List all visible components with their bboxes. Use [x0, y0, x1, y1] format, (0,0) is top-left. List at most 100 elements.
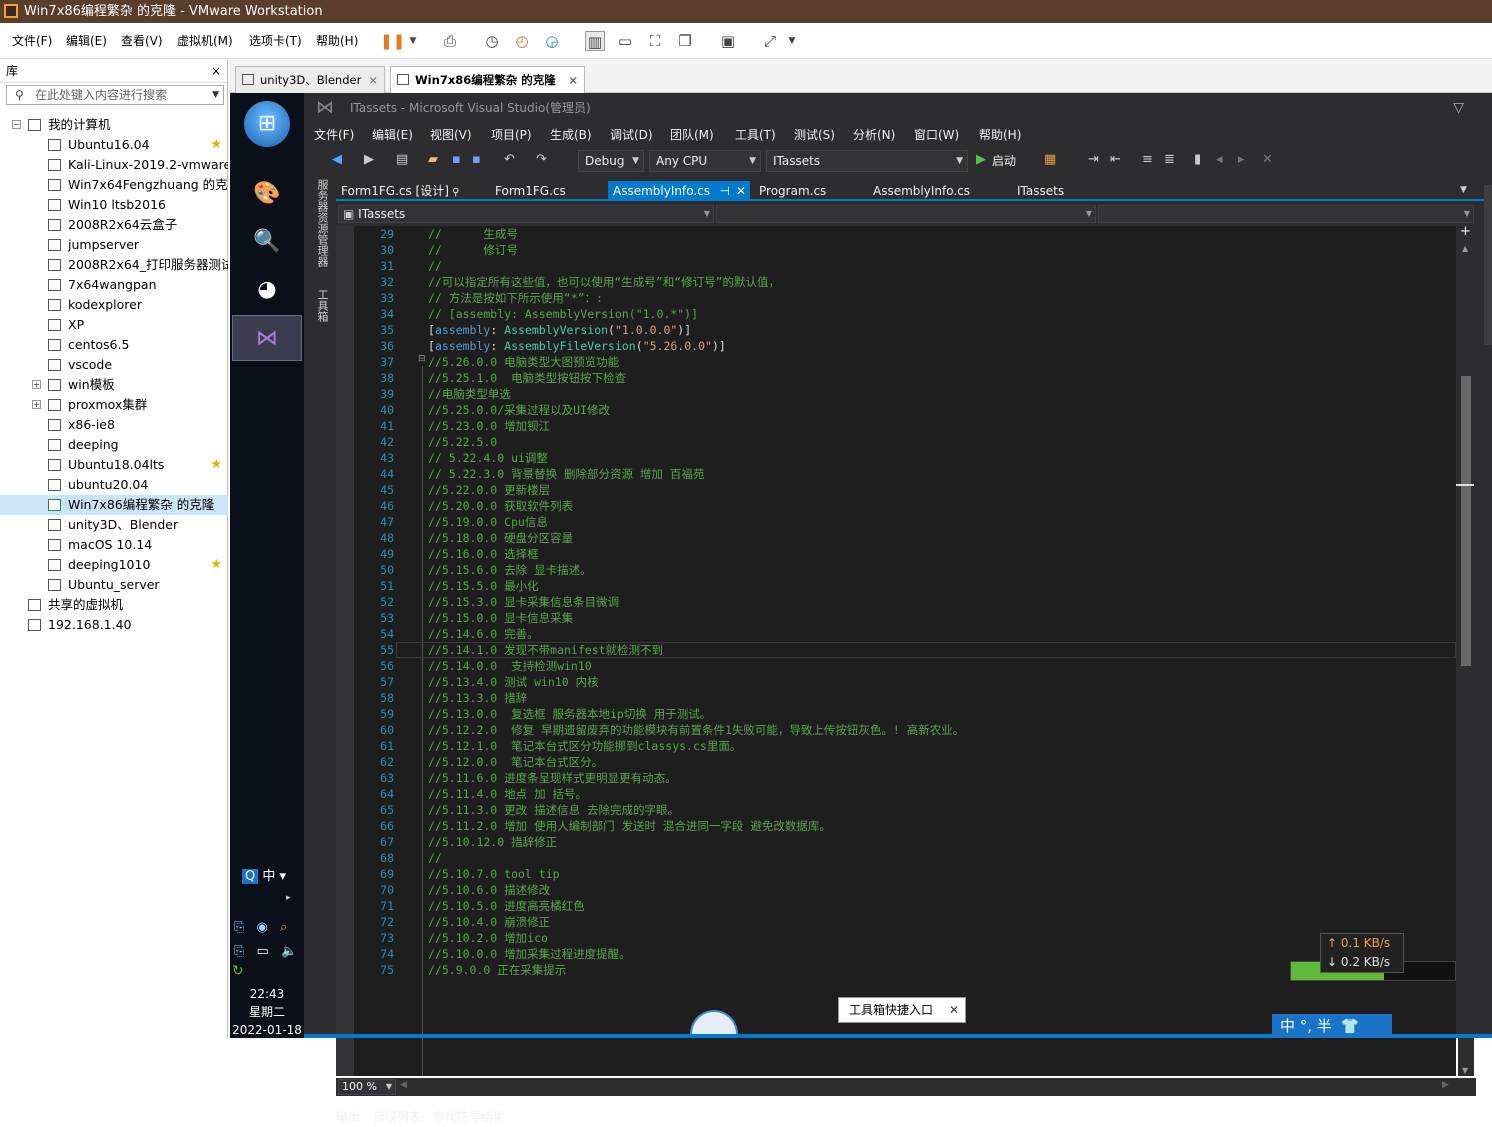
menu-vm[interactable]: 虚拟机(M) — [177, 32, 233, 49]
snapshot-manager-icon[interactable]: ◶ — [542, 31, 562, 51]
doc-tab[interactable]: AssemblyInfo.cs — [868, 181, 1008, 201]
vs-menu-item[interactable]: 分析(N) — [853, 126, 895, 143]
close-icon[interactable]: ✕ — [736, 181, 746, 201]
collapse-icon[interactable]: ⊟ — [418, 354, 426, 364]
sidebar-toggle-icon[interactable]: ▥ — [585, 31, 605, 51]
play-icon[interactable]: ▶ — [976, 152, 986, 167]
start-button[interactable]: 启动 — [992, 152, 1016, 169]
network-status-icon[interactable]: ⎘ — [234, 944, 244, 959]
tree-vm-item[interactable]: 2008R2x64_打印服务器测试 — [0, 255, 228, 275]
paint-icon[interactable]: 🎨 — [244, 171, 290, 217]
start-orb-icon[interactable]: ⊞ — [244, 101, 290, 147]
tree-vm-item[interactable]: ubuntu20.04 — [0, 475, 228, 495]
browser-link-icon[interactable]: ▦ — [1044, 152, 1056, 167]
menu-help[interactable]: 帮助(H) — [316, 32, 358, 49]
snapshot-icon[interactable]: ◷ — [482, 31, 502, 51]
pin-icon[interactable]: ⚲ — [449, 187, 459, 198]
vs-menu-item[interactable]: 生成(B) — [550, 126, 592, 143]
scroll-down-icon[interactable]: ▼ — [1462, 1066, 1468, 1075]
vertical-scrollbar[interactable]: + ▲ ▼ — [1456, 224, 1474, 1076]
back-icon[interactable]: ◀ — [332, 152, 342, 167]
tree-vm-item[interactable]: vscode — [0, 355, 228, 375]
visual-studio-icon[interactable]: ⋈ — [232, 315, 302, 361]
menu-view[interactable]: 查看(V) — [121, 32, 163, 49]
ime-toolbar[interactable]: 中 °, 半 👕 — [1272, 1014, 1392, 1038]
server-explorer-tab[interactable]: 服务器资源管理器 — [314, 179, 329, 267]
tree-vm-item[interactable]: 2008R2x64云盒子 — [0, 215, 228, 235]
project-nav-dropdown[interactable]: ▣ ITassets ▼ — [338, 205, 714, 223]
ime-indicator[interactable]: Q 中 ▾ — [242, 865, 302, 885]
speaker-icon[interactable]: 🔈 — [281, 944, 297, 959]
vs-menu-item[interactable]: 团队(M) — [670, 126, 714, 143]
uncomment-icon[interactable]: ≣ — [1164, 152, 1175, 167]
tree-vm-item[interactable]: x86-ie8 — [0, 415, 228, 435]
tree-vm-item[interactable]: Win10 ltsb2016 — [0, 195, 228, 215]
platform-dropdown[interactable]: Any CPU ▼ — [649, 150, 761, 172]
close-icon[interactable]: × — [568, 67, 578, 93]
colorful-app-icon[interactable]: ◕ — [244, 267, 290, 313]
tree-shared-vms[interactable]: 共享的虚拟机 — [0, 595, 228, 615]
bookmark-icon[interactable]: ▮ — [1194, 152, 1201, 167]
next-bookmark-icon[interactable]: ▸ — [1238, 152, 1245, 167]
tree-vm-item[interactable]: deeping1010 ★ — [0, 555, 228, 575]
chevron-down-icon[interactable]: ▼ — [403, 31, 423, 51]
unity-icon[interactable]: ❐ — [675, 31, 695, 51]
tree-vm-item[interactable]: XP — [0, 315, 228, 335]
toolbox-tab[interactable]: 工具箱 — [314, 289, 329, 322]
tree-vm-item[interactable]: macOS 10.14 — [0, 535, 228, 555]
chevron-down-icon[interactable]: ▼ — [212, 86, 219, 104]
globe-icon[interactable]: ◉ — [257, 920, 268, 935]
vs-menu-item[interactable]: 项目(P) — [491, 126, 532, 143]
close-icon[interactable]: × — [368, 67, 378, 93]
tree-vm-item[interactable]: + win模板 — [0, 375, 228, 395]
tree-vm-item[interactable]: Ubuntu_server — [0, 575, 228, 595]
filter-icon[interactable]: ▽ — [1453, 93, 1464, 123]
chevron-down-icon[interactable]: ▼ — [782, 31, 802, 51]
tree-vm-item[interactable]: Win7x86编程繁杂 的克隆 — [0, 495, 228, 515]
tree-my-computer[interactable]: − 我的计算机 — [0, 115, 228, 135]
open-icon[interactable]: ▰ — [428, 152, 438, 167]
shirt-icon[interactable]: 👕 — [1341, 1017, 1360, 1035]
library-search-input[interactable]: ⚲ 在此处键入内容进行搜索 ▼ — [6, 85, 224, 105]
clear-bookmark-icon[interactable]: ✕ — [1262, 152, 1273, 167]
send-keys-icon[interactable]: ⎙ — [440, 31, 460, 51]
startup-project-dropdown[interactable]: ITassets ▼ — [766, 150, 968, 172]
zoom-dropdown[interactable]: 100 % ▼ — [338, 1079, 396, 1095]
tree-vm-item[interactable]: + proxmox集群 — [0, 395, 228, 415]
prev-bookmark-icon[interactable]: ◂ — [1216, 152, 1223, 167]
vm-tab-unity3d[interactable]: unity3D、Blender × — [235, 66, 385, 93]
tree-vm-item[interactable]: Ubuntu16.04 ★ — [0, 135, 228, 155]
new-project-icon[interactable]: ▤ — [396, 152, 408, 167]
member-nav-dropdown[interactable]: ▼ — [1098, 205, 1474, 223]
tree-remote-host[interactable]: 192.168.1.40 — [0, 615, 228, 635]
tab-error-list[interactable]: 错误列表 — [373, 1108, 421, 1125]
vs-menu-item[interactable]: 窗口(W) — [914, 126, 959, 143]
collapse-icon[interactable]: − — [12, 120, 21, 129]
split-icon[interactable]: + — [1460, 224, 1471, 239]
menu-file[interactable]: 文件(F) — [12, 32, 52, 49]
search-tool-icon[interactable]: 🔍 — [244, 219, 290, 265]
vs-menu-item[interactable]: 编辑(E) — [372, 126, 413, 143]
revert-snapshot-icon[interactable]: ◴ — [512, 31, 532, 51]
vm-tab-win7x86[interactable]: Win7x86编程繁杂 的克隆 × — [390, 66, 585, 93]
tab-overflow-icon[interactable]: ▼ — [1460, 185, 1467, 195]
step-over-icon[interactable]: ⇤ — [1110, 152, 1121, 167]
forward-icon[interactable]: ▶ — [364, 152, 374, 167]
pin-icon[interactable]: ⊣ — [720, 181, 730, 201]
tree-vm-item[interactable]: Ubuntu18.04lts ★ — [0, 455, 228, 475]
tree-vm-item[interactable]: kodexplorer — [0, 295, 228, 315]
fullscreen-icon[interactable]: ⛶ — [645, 31, 665, 51]
vs-menu-item[interactable]: 视图(V) — [430, 126, 472, 143]
step-icon[interactable]: ⇥ — [1088, 152, 1099, 167]
doc-tab[interactable]: Program.cs — [754, 181, 866, 201]
type-nav-dropdown[interactable]: ▼ — [716, 205, 1096, 223]
vs-menu-item[interactable]: 帮助(H) — [979, 126, 1021, 143]
comment-icon[interactable]: ≡ — [1142, 152, 1153, 167]
tray-expand-icon[interactable]: ▸ — [286, 893, 291, 903]
expand-icon[interactable]: + — [32, 380, 41, 389]
save-all-icon[interactable]: ▪ — [472, 152, 481, 167]
app-tray-icon[interactable]: ⌕ — [280, 920, 287, 935]
pause-icon[interactable]: ❚❚ — [380, 31, 405, 51]
scroll-thumb[interactable] — [1461, 376, 1471, 666]
tree-vm-item[interactable]: jumpserver — [0, 235, 228, 255]
